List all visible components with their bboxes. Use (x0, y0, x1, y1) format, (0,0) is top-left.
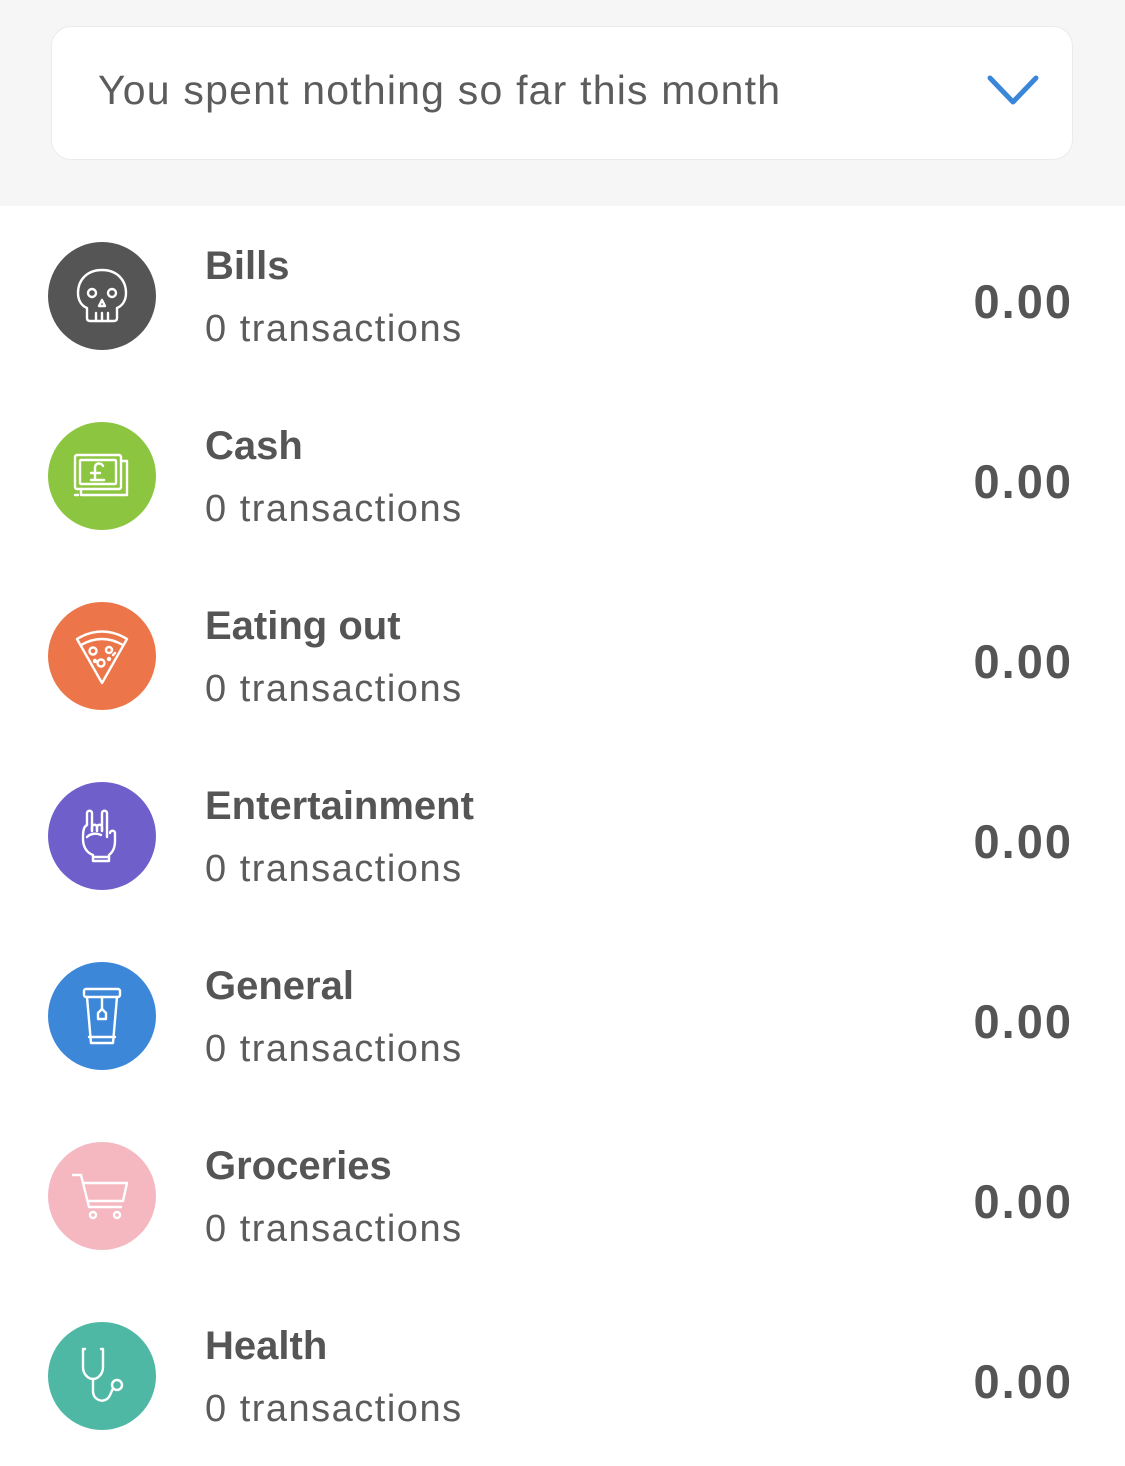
banknote-pound-icon (73, 453, 129, 497)
category-transaction-count: 0 transactions (205, 668, 463, 710)
category-amount: 0.00 (973, 815, 1073, 868)
category-icon-cash (48, 422, 156, 530)
category-amount: 0.00 (973, 635, 1073, 688)
category-list: Bills 0 transactions 0.00 Cash 0 transac… (0, 206, 1125, 1466)
category-transaction-count: 0 transactions (205, 1208, 463, 1250)
category-row-health[interactable]: Health 0 transactions 0.00 (0, 1286, 1125, 1466)
chevron-down-icon[interactable] (987, 72, 1039, 108)
stethoscope-icon (81, 1347, 124, 1402)
spending-summary-text: You spent nothing so far this month (98, 67, 782, 113)
category-icon-eating-out (48, 602, 156, 710)
category-row-cash[interactable]: Cash 0 transactions 0.00 (0, 386, 1125, 566)
category-amount: 0.00 (973, 1355, 1073, 1408)
category-name: Bills (205, 244, 290, 288)
category-name: Cash (205, 424, 303, 468)
summary-area: You spent nothing so far this month (0, 0, 1125, 206)
category-name: Groceries (205, 1144, 392, 1188)
spending-summary-dropdown[interactable]: You spent nothing so far this month (51, 26, 1073, 160)
category-name: General (205, 964, 354, 1008)
category-row-eating-out[interactable]: Eating out 0 transactions 0.00 (0, 566, 1125, 746)
category-name: Entertainment (205, 784, 474, 828)
skull-icon (76, 268, 128, 323)
category-transaction-count: 0 transactions (205, 848, 463, 890)
category-icon-bills (48, 242, 156, 350)
category-row-groceries[interactable]: Groceries 0 transactions 0.00 (0, 1106, 1125, 1286)
category-icon-health (48, 1322, 156, 1430)
category-icon-entertainment (48, 782, 156, 890)
cup-icon (82, 987, 122, 1045)
shopping-cart-icon (71, 1173, 129, 1220)
category-icon-groceries (48, 1142, 156, 1250)
category-row-general[interactable]: General 0 transactions 0.00 (0, 926, 1125, 1106)
category-name: Health (205, 1324, 328, 1368)
category-transaction-count: 0 transactions (205, 1028, 463, 1070)
category-amount: 0.00 (973, 1175, 1073, 1228)
category-name: Eating out (205, 604, 401, 648)
pizza-slice-icon (75, 630, 129, 685)
category-amount: 0.00 (973, 995, 1073, 1048)
category-icon-general (48, 962, 156, 1070)
category-amount: 0.00 (973, 275, 1073, 328)
category-amount: 0.00 (973, 455, 1073, 508)
category-transaction-count: 0 transactions (205, 1388, 463, 1430)
category-row-entertainment[interactable]: Entertainment 0 transactions 0.00 (0, 746, 1125, 926)
category-row-bills[interactable]: Bills 0 transactions 0.00 (0, 206, 1125, 386)
category-transaction-count: 0 transactions (205, 308, 463, 350)
category-transaction-count: 0 transactions (205, 488, 463, 530)
rock-hand-icon (81, 809, 117, 863)
